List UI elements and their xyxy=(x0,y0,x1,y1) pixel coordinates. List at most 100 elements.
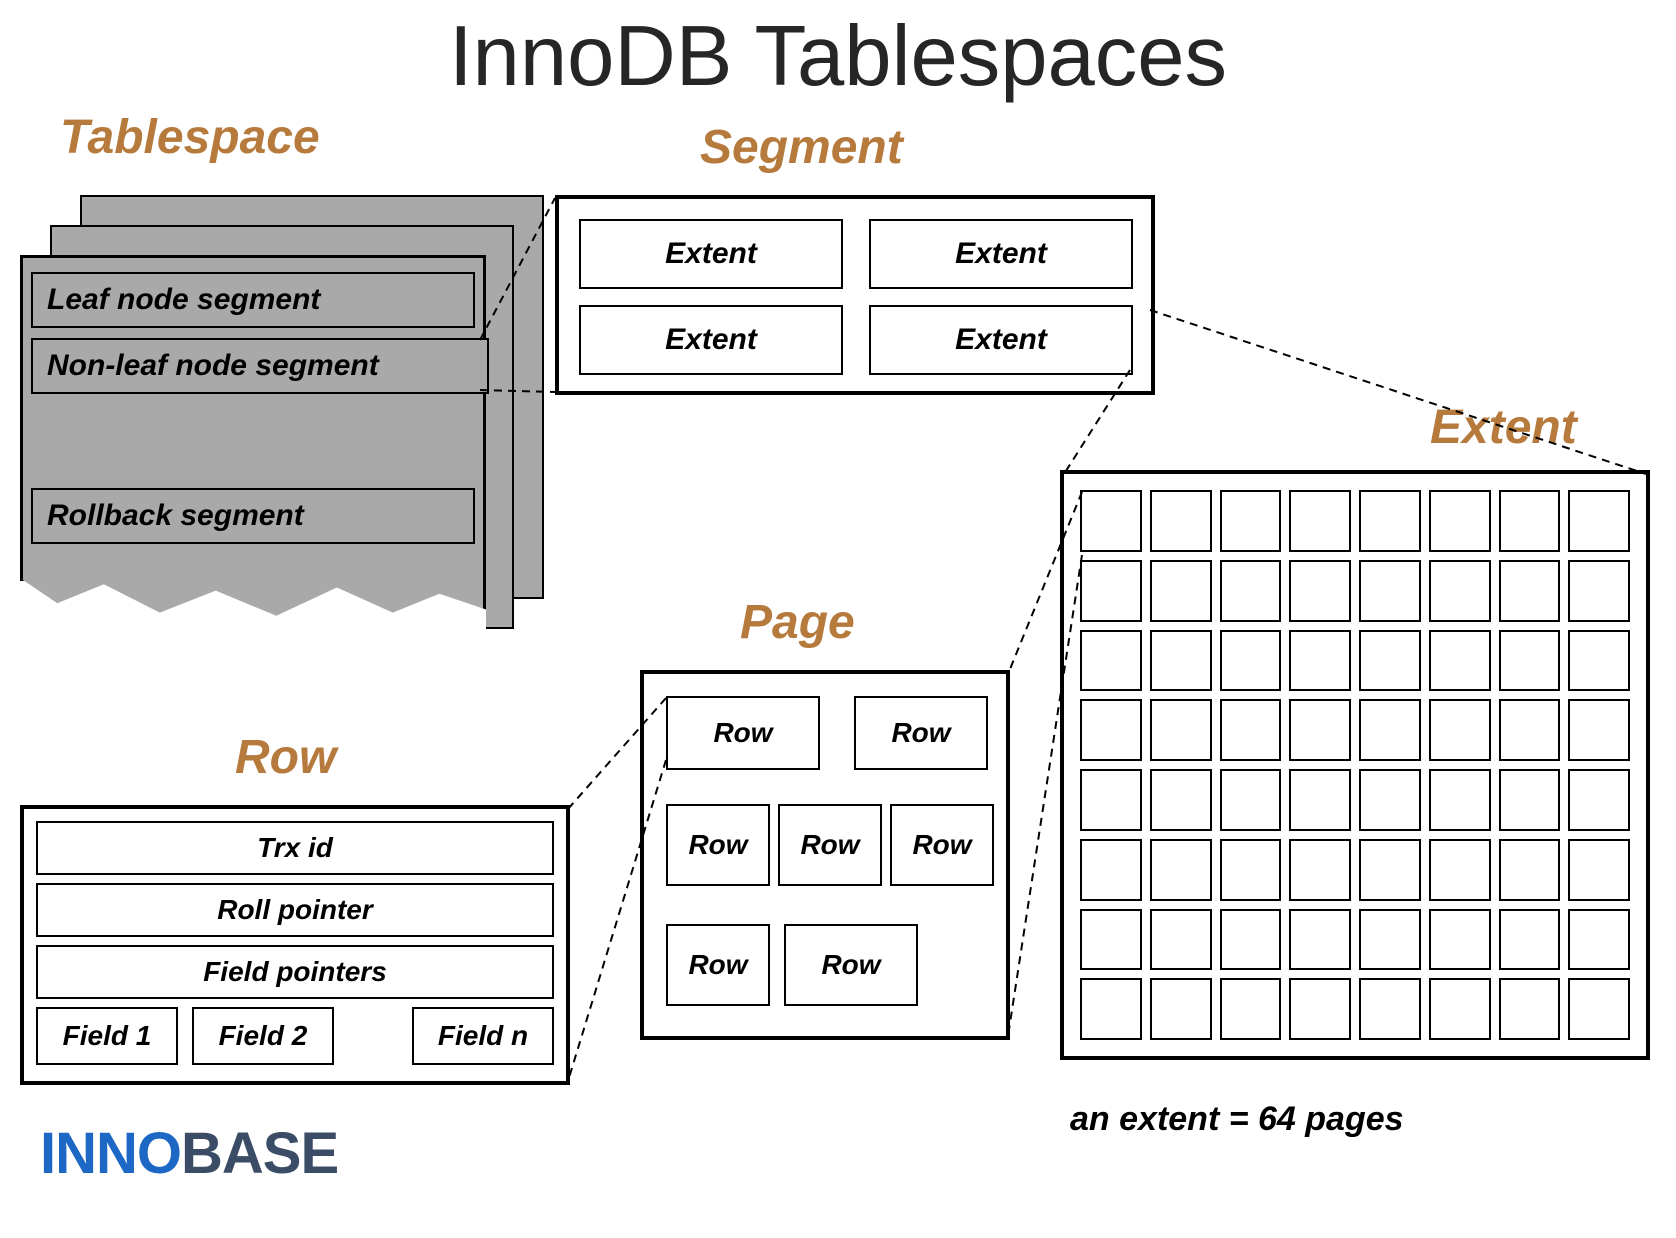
extent-page-cell xyxy=(1289,769,1351,831)
extent-grid xyxy=(1060,470,1650,1060)
extent-page-cell xyxy=(1568,839,1630,901)
extent-page-cell xyxy=(1220,978,1282,1040)
field-cell: Field n xyxy=(412,1007,554,1065)
extent-page-cell xyxy=(1080,909,1142,971)
extent-page-cell xyxy=(1150,699,1212,761)
extent-cell: Extent xyxy=(869,305,1133,375)
field-cell: Field 1 xyxy=(36,1007,178,1065)
extent-page-cell xyxy=(1220,909,1282,971)
page-row: Row xyxy=(666,696,820,770)
extent-page-cell xyxy=(1359,699,1421,761)
extent-page-cell xyxy=(1150,978,1212,1040)
extent-page-cell xyxy=(1429,769,1491,831)
logo-part-a: INNO xyxy=(40,1121,181,1186)
extent-page-cell xyxy=(1289,699,1351,761)
extent-page-cell xyxy=(1220,769,1282,831)
segment-leaf: Leaf node segment xyxy=(31,272,475,328)
extent-page-cell xyxy=(1289,490,1351,552)
label-segment: Segment xyxy=(700,120,903,175)
extent-page-cell xyxy=(1359,630,1421,692)
extent-page-cell xyxy=(1359,839,1421,901)
extent-page-cell xyxy=(1150,630,1212,692)
extent-page-cell xyxy=(1289,630,1351,692)
extent-page-cell xyxy=(1568,978,1630,1040)
extent-page-cell xyxy=(1429,630,1491,692)
extent-page-cell xyxy=(1289,839,1351,901)
extent-page-cell xyxy=(1499,630,1561,692)
extent-page-cell xyxy=(1220,630,1282,692)
extent-cell: Extent xyxy=(869,219,1133,289)
extent-page-cell xyxy=(1080,839,1142,901)
extent-page-cell xyxy=(1429,978,1491,1040)
extent-page-cell xyxy=(1080,630,1142,692)
extent-page-cell xyxy=(1429,560,1491,622)
extent-page-cell xyxy=(1289,909,1351,971)
row-fieldptrs: Field pointers xyxy=(36,945,554,999)
extent-page-cell xyxy=(1568,490,1630,552)
extent-page-cell xyxy=(1080,978,1142,1040)
extent-page-cell xyxy=(1429,490,1491,552)
extent-page-cell xyxy=(1499,490,1561,552)
extent-page-cell xyxy=(1220,560,1282,622)
extent-page-cell xyxy=(1080,699,1142,761)
extent-page-cell xyxy=(1568,630,1630,692)
extent-page-cell xyxy=(1568,560,1630,622)
extent-cell: Extent xyxy=(579,219,843,289)
page-box: Row Row Row Row Row Row Row xyxy=(640,670,1010,1040)
row-rollptr: Roll pointer xyxy=(36,883,554,937)
extent-page-cell xyxy=(1499,699,1561,761)
extent-page-cell xyxy=(1568,699,1630,761)
extent-page-cell xyxy=(1499,978,1561,1040)
segment-rollback: Rollback segment xyxy=(31,488,475,544)
extent-page-cell xyxy=(1080,490,1142,552)
page-row: Row xyxy=(854,696,988,770)
extent-page-cell xyxy=(1429,909,1491,971)
logo-innobase: INNOBASE xyxy=(40,1120,338,1187)
extent-cell: Extent xyxy=(579,305,843,375)
extent-page-cell xyxy=(1499,909,1561,971)
segment-nonleaf: Non-leaf node segment xyxy=(31,338,489,394)
page-row: Row xyxy=(666,924,770,1006)
extent-page-cell xyxy=(1499,769,1561,831)
page-row: Row xyxy=(890,804,994,886)
extent-page-cell xyxy=(1220,490,1282,552)
label-extent: Extent xyxy=(1430,400,1577,455)
row-trxid: Trx id xyxy=(36,821,554,875)
extent-page-cell xyxy=(1359,909,1421,971)
extent-page-cell xyxy=(1289,978,1351,1040)
extent-page-cell xyxy=(1359,978,1421,1040)
extent-page-cell xyxy=(1359,560,1421,622)
label-tablespace: Tablespace xyxy=(60,110,320,165)
extent-page-cell xyxy=(1080,769,1142,831)
extent-footnote: an extent = 64 pages xyxy=(1070,1100,1404,1139)
extent-page-cell xyxy=(1220,839,1282,901)
segment-box: Extent Extent Extent Extent xyxy=(555,195,1155,395)
extent-page-cell xyxy=(1150,560,1212,622)
tablespace-stack: Leaf node segment Non-leaf node segment … xyxy=(10,195,490,635)
page-row: Row xyxy=(778,804,882,886)
extent-page-cell xyxy=(1150,769,1212,831)
extent-page-cell xyxy=(1359,769,1421,831)
page-row: Row xyxy=(666,804,770,886)
row-fields: Field 1 Field 2 Field n xyxy=(36,1007,554,1065)
extent-page-cell xyxy=(1568,909,1630,971)
extent-page-cell xyxy=(1289,560,1351,622)
field-cell: Field 2 xyxy=(192,1007,334,1065)
extent-page-cell xyxy=(1150,490,1212,552)
extent-page-cell xyxy=(1359,490,1421,552)
extent-page-cell xyxy=(1220,699,1282,761)
extent-page-cell xyxy=(1568,769,1630,831)
extent-page-cell xyxy=(1429,699,1491,761)
extent-page-cell xyxy=(1150,839,1212,901)
extent-page-cell xyxy=(1499,560,1561,622)
extent-page-cell xyxy=(1499,839,1561,901)
tablespace-card-front: Leaf node segment Non-leaf node segment … xyxy=(20,255,486,641)
extent-page-cell xyxy=(1150,909,1212,971)
label-row: Row xyxy=(235,730,336,785)
label-page: Page xyxy=(740,595,855,650)
row-box: Trx id Roll pointer Field pointers Field… xyxy=(20,805,570,1085)
extent-page-cell xyxy=(1080,560,1142,622)
page-row: Row xyxy=(784,924,918,1006)
page-title: InnoDB Tablespaces xyxy=(0,8,1676,106)
logo-part-b: BASE xyxy=(181,1121,338,1186)
